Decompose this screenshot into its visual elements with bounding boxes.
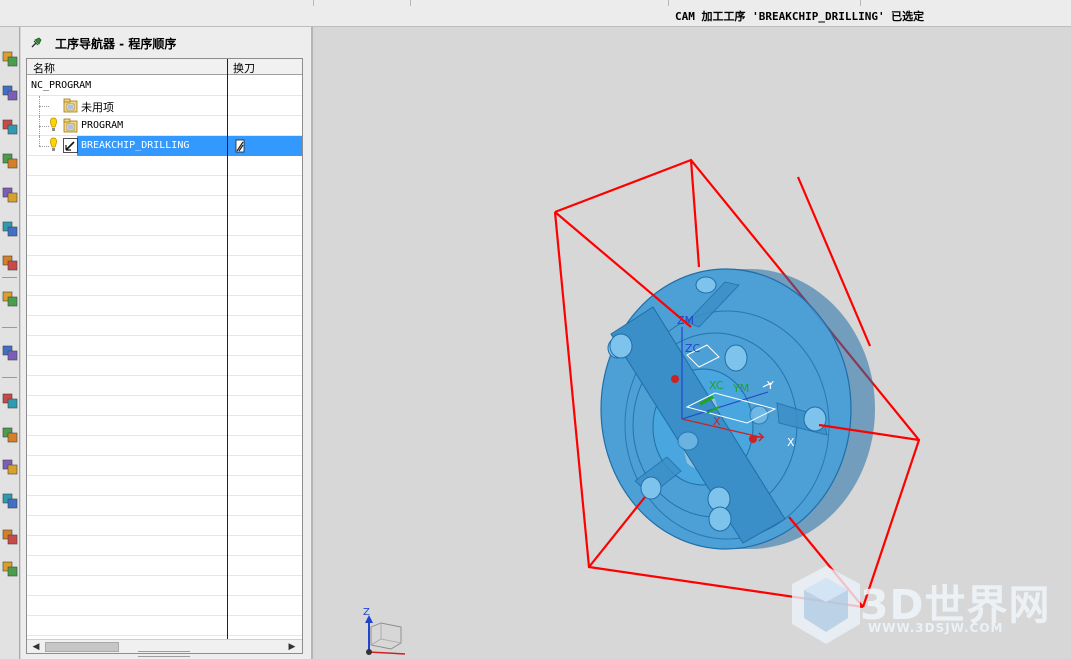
empty-tree-row <box>27 256 302 276</box>
column-header-tool-change[interactable]: 换刀 <box>233 60 255 76</box>
empty-tree-row <box>27 356 302 376</box>
manufacturing-wizard-icon[interactable] <box>1 491 19 511</box>
empty-tree-row <box>27 496 302 516</box>
drilling-operation-icon <box>63 138 78 153</box>
axis-label-x: X <box>787 436 795 449</box>
empty-tree-row <box>27 216 302 236</box>
operation-navigator-icon[interactable] <box>1 49 19 69</box>
tree-connector <box>39 106 49 107</box>
flange-part-model <box>600 268 875 550</box>
empty-tree-row <box>27 176 302 196</box>
scroll-right-arrow-icon[interactable]: ▶ <box>286 641 298 653</box>
tree-row[interactable]: PROGRAM <box>27 116 302 136</box>
tree-item-label: BREAKCHIP_DRILLING <box>81 140 190 151</box>
empty-tree-row <box>27 376 302 396</box>
operation-tree-grid[interactable]: 名称 换刀 NC_PROGRAM 未用项 PROGRAM BREAKCHIP_DRIL… <box>26 58 303 654</box>
scrollbar-thumb[interactable] <box>45 642 119 652</box>
axis-label-y: Y <box>766 379 774 392</box>
empty-tree-row <box>27 276 302 296</box>
column-header-row: 名称 换刀 <box>27 59 302 75</box>
constraint-navigator-icon[interactable] <box>1 185 19 205</box>
tree-item-label: 未用项 <box>81 101 114 114</box>
empty-tree-row <box>27 196 302 216</box>
layout-icon[interactable] <box>1 559 19 579</box>
pin-icon[interactable] <box>30 36 43 49</box>
history-icon[interactable] <box>1 343 19 363</box>
palette-library-icon[interactable] <box>1 253 19 273</box>
axis-label-ym: YM <box>732 382 749 395</box>
toolbar-separator <box>410 0 411 6</box>
tree-row[interactable]: NC_PROGRAM <box>27 76 302 96</box>
tree-connector <box>39 146 49 147</box>
folder-icon <box>63 98 78 113</box>
assembly-navigator-icon[interactable] <box>1 151 19 171</box>
panel-resize-handle[interactable] <box>138 651 190 657</box>
resource-bar <box>0 27 20 659</box>
system-materials-icon[interactable] <box>1 457 19 477</box>
empty-tree-row <box>27 296 302 316</box>
needs-generation-bulb-icon <box>49 137 58 153</box>
empty-tree-row <box>27 616 302 636</box>
empty-tree-row <box>27 576 302 596</box>
navigator-header: 工序导航器 - 程序顺序 <box>21 27 313 57</box>
process-studio-icon[interactable] <box>1 391 19 411</box>
empty-tree-row <box>27 156 302 176</box>
axis-label-zc: ZC <box>685 342 701 355</box>
empty-tree-row <box>27 596 302 616</box>
part-navigator-icon[interactable] <box>1 117 19 137</box>
scroll-left-arrow-icon[interactable]: ◀ <box>30 641 42 653</box>
folder-icon <box>63 118 78 133</box>
empty-tree-row <box>27 476 302 496</box>
empty-tree-row <box>27 236 302 256</box>
axis-label-xc: XC <box>709 379 724 392</box>
tree-connector <box>39 136 40 146</box>
tree-row[interactable]: 未用项 <box>27 96 302 116</box>
empty-tree-row <box>27 316 302 336</box>
empty-tree-row <box>27 396 302 416</box>
team-icon[interactable] <box>1 527 19 547</box>
machine-tool-navigator-icon[interactable] <box>1 83 19 103</box>
column-divider[interactable] <box>227 59 228 639</box>
needs-generation-bulb-icon <box>49 117 58 133</box>
empty-tree-row <box>27 456 302 476</box>
drill-tool-icon <box>235 139 245 153</box>
watermark-url: WWW.3DSJW.COM <box>868 621 1004 635</box>
roles-icon[interactable] <box>1 425 19 445</box>
tree-row[interactable]: BREAKCHIP_DRILLING <box>27 136 302 156</box>
axis-label-x-red: X <box>713 415 721 428</box>
toolbar-separator <box>668 0 669 6</box>
operation-navigator-panel: 工序导航器 - 程序顺序 名称 换刀 NC_PROGRAM 未用项 PROGRAM B… <box>21 27 313 659</box>
view-triad-z-label: Z <box>363 607 370 618</box>
resource-bar-separator <box>2 277 17 278</box>
tree-connector <box>39 126 49 127</box>
view-orientation-triad: Z <box>363 607 406 655</box>
resource-bar-separator <box>2 377 17 378</box>
toolbar-separator <box>313 0 314 6</box>
column-header-name[interactable]: 名称 <box>33 60 55 76</box>
resource-bar-separator <box>2 327 17 328</box>
internet-explorer-icon[interactable] <box>1 289 19 309</box>
empty-tree-row <box>27 416 302 436</box>
empty-tree-row <box>27 336 302 356</box>
empty-tree-row <box>27 556 302 576</box>
empty-tree-row <box>27 436 302 456</box>
tree-item-label: PROGRAM <box>81 120 124 131</box>
toolbar-separator <box>860 0 861 6</box>
empty-tree-row <box>27 516 302 536</box>
navigator-title: 工序导航器 - 程序顺序 <box>55 37 177 51</box>
empty-tree-row <box>27 536 302 556</box>
tree-rows: NC_PROGRAM 未用项 PROGRAM BREAKCHIP_DRILLING <box>27 76 302 636</box>
tree-item-label: NC_PROGRAM <box>31 80 92 91</box>
status-message: CAM 加工工序 'BREAKCHIP_DRILLING' 已选定 <box>675 10 925 23</box>
reuse-library-icon[interactable] <box>1 219 19 239</box>
top-status-strip: CAM 加工工序 'BREAKCHIP_DRILLING' 已选定 <box>0 0 1071 27</box>
